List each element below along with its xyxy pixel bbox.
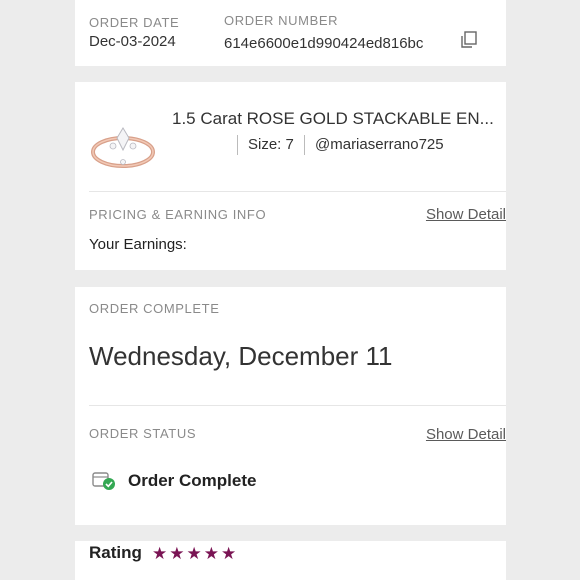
your-earnings-label: Your Earnings: xyxy=(89,236,187,253)
star-icon: ★ xyxy=(169,544,185,563)
product-size: Size: 7 xyxy=(248,136,294,153)
order-date-label: ORDER DATE xyxy=(89,15,180,30)
order-status-value: Order Complete xyxy=(128,471,257,490)
order-complete-label: ORDER COMPLETE xyxy=(89,301,220,316)
star-icon: ★ xyxy=(221,544,237,563)
seller-handle[interactable]: @mariaserrano725 xyxy=(315,136,444,153)
order-complete-date: Wednesday, December 11 xyxy=(89,341,393,371)
size-divider xyxy=(237,135,238,155)
pricing-show-detail-link[interactable]: Show Detail xyxy=(426,206,506,223)
product-title[interactable]: 1.5 Carat ROSE GOLD STACKABLE EN... xyxy=(172,109,494,129)
rating-label: Rating xyxy=(89,543,142,562)
star-icon: ★ xyxy=(152,544,168,563)
order-status-label: ORDER STATUS xyxy=(89,426,197,441)
rating-stars: ★ ★ ★ ★ ★ xyxy=(152,544,236,564)
order-status-panel: ORDER COMPLETE Wednesday, December 11 OR… xyxy=(75,287,506,525)
status-divider xyxy=(89,405,506,406)
rating-panel: Rating ★ ★ ★ ★ ★ xyxy=(75,541,506,580)
order-complete-status-icon xyxy=(91,470,117,492)
item-divider xyxy=(89,191,506,192)
star-icon: ★ xyxy=(203,544,219,563)
status-show-detail-link[interactable]: Show Detail xyxy=(426,426,506,443)
order-info-panel: ORDER DATE Dec-03-2024 ORDER NUMBER 614e… xyxy=(75,0,506,66)
star-icon: ★ xyxy=(186,544,202,563)
copy-icon[interactable] xyxy=(459,30,479,50)
item-panel: 1.5 Carat ROSE GOLD STACKABLE EN... Size… xyxy=(75,82,506,270)
order-number-label: ORDER NUMBER xyxy=(224,13,339,28)
pricing-section-label: PRICING & EARNING INFO xyxy=(89,207,267,222)
product-thumbnail[interactable] xyxy=(87,108,159,180)
order-number-value: 614e6600e1d990424ed816bc xyxy=(224,35,424,52)
seller-divider xyxy=(304,135,305,155)
order-date-value: Dec-03-2024 xyxy=(89,33,176,50)
